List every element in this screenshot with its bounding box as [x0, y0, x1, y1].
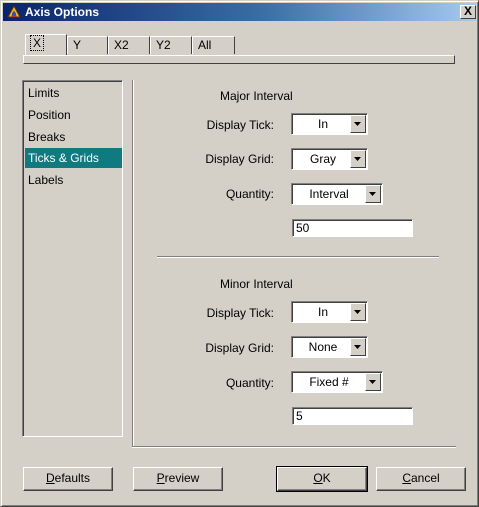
tab-y[interactable]: Y: [67, 36, 108, 54]
minor-display-grid-value: None: [308, 340, 338, 354]
category-label: Position: [28, 108, 71, 122]
minor-display-grid-select[interactable]: None: [291, 336, 368, 358]
ok-button[interactable]: OK: [276, 466, 368, 492]
major-display-grid-value: Gray: [309, 152, 336, 166]
window-title: Axis Options: [25, 5, 100, 19]
minor-display-grid-label: Display Grid:: [205, 341, 274, 355]
preview-button-mnemonic: P: [156, 471, 165, 485]
minor-interval-title: Minor Interval: [220, 277, 293, 291]
app-icon: [7, 4, 21, 18]
vertical-divider: [132, 80, 134, 447]
minor-display-tick-value: In: [317, 305, 328, 319]
defaults-button[interactable]: Defaults: [23, 467, 113, 491]
minor-quantity-value: Fixed #: [309, 375, 349, 389]
major-interval-input[interactable]: 50: [292, 219, 413, 237]
category-label: Labels: [28, 173, 64, 187]
category-label: Breaks: [28, 130, 66, 144]
category-item-ticks-grids[interactable]: Ticks & Grids: [25, 148, 122, 168]
major-display-tick-label: Display Tick:: [206, 118, 274, 132]
tab-label: X2: [114, 38, 129, 52]
preview-button[interactable]: Preview: [133, 467, 223, 491]
tab-x2[interactable]: X2: [108, 36, 150, 54]
category-item-labels[interactable]: Labels: [25, 170, 122, 190]
cancel-button-mnemonic: C: [402, 471, 411, 485]
dropdown-button[interactable]: [365, 373, 381, 391]
close-icon: X: [463, 4, 472, 18]
close-button[interactable]: X: [460, 5, 476, 19]
chevron-down-icon: [369, 192, 376, 196]
category-item-breaks[interactable]: Breaks: [25, 127, 122, 147]
category-item-limits[interactable]: Limits: [25, 83, 122, 103]
cancel-button-label: ancel: [410, 471, 440, 485]
dropdown-button[interactable]: [365, 185, 381, 203]
minor-display-tick-select[interactable]: In: [291, 301, 368, 323]
minor-quantity-select[interactable]: Fixed #: [291, 371, 383, 393]
category-list[interactable]: Limits Position Breaks Ticks & Grids Lab…: [22, 80, 123, 437]
preview-button-label: review: [164, 471, 200, 485]
minor-count-input[interactable]: 5: [292, 407, 413, 425]
tab-label: All: [198, 38, 212, 52]
tab-panel: [23, 55, 455, 64]
major-quantity-value: Interval: [309, 187, 349, 201]
tab-label: X: [29, 35, 45, 51]
dropdown-button[interactable]: [350, 303, 366, 321]
category-label: Ticks & Grids: [28, 151, 99, 165]
major-quantity-label: Quantity:: [225, 187, 274, 201]
major-display-grid-select[interactable]: Gray: [291, 148, 368, 170]
ok-button-label: K: [322, 471, 331, 485]
major-display-tick-value: In: [317, 117, 328, 131]
tab-y2[interactable]: Y2: [150, 36, 192, 54]
major-display-tick-select[interactable]: In: [291, 113, 368, 135]
minor-quantity-label: Quantity:: [225, 376, 274, 390]
dropdown-button[interactable]: [350, 115, 366, 133]
section-divider: [157, 256, 439, 258]
tab-label: Y: [73, 38, 82, 52]
bottom-divider: [132, 446, 456, 448]
category-label: Limits: [28, 86, 60, 100]
chevron-down-icon: [354, 310, 361, 314]
major-quantity-select[interactable]: Interval: [291, 183, 383, 205]
chevron-down-icon: [354, 122, 361, 126]
chevron-down-icon: [369, 380, 376, 384]
dropdown-button[interactable]: [350, 150, 366, 168]
minor-display-tick-label: Display Tick:: [206, 306, 274, 320]
chevron-down-icon: [354, 345, 361, 349]
tab-x[interactable]: X: [25, 34, 67, 55]
category-item-position[interactable]: Position: [25, 105, 122, 125]
defaults-button-label: efaults: [54, 471, 91, 485]
major-interval-title: Major Interval: [220, 89, 293, 103]
defaults-button-mnemonic: D: [45, 471, 55, 485]
chevron-down-icon: [354, 157, 361, 161]
dropdown-button[interactable]: [350, 338, 366, 356]
title-bar[interactable]: Axis Options X: [3, 3, 476, 21]
tab-label: Y2: [156, 38, 171, 52]
ok-button-mnemonic: O: [313, 471, 323, 485]
cancel-button[interactable]: Cancel: [376, 467, 466, 491]
tab-all[interactable]: All: [192, 36, 235, 54]
major-display-grid-label: Display Grid:: [205, 152, 274, 166]
